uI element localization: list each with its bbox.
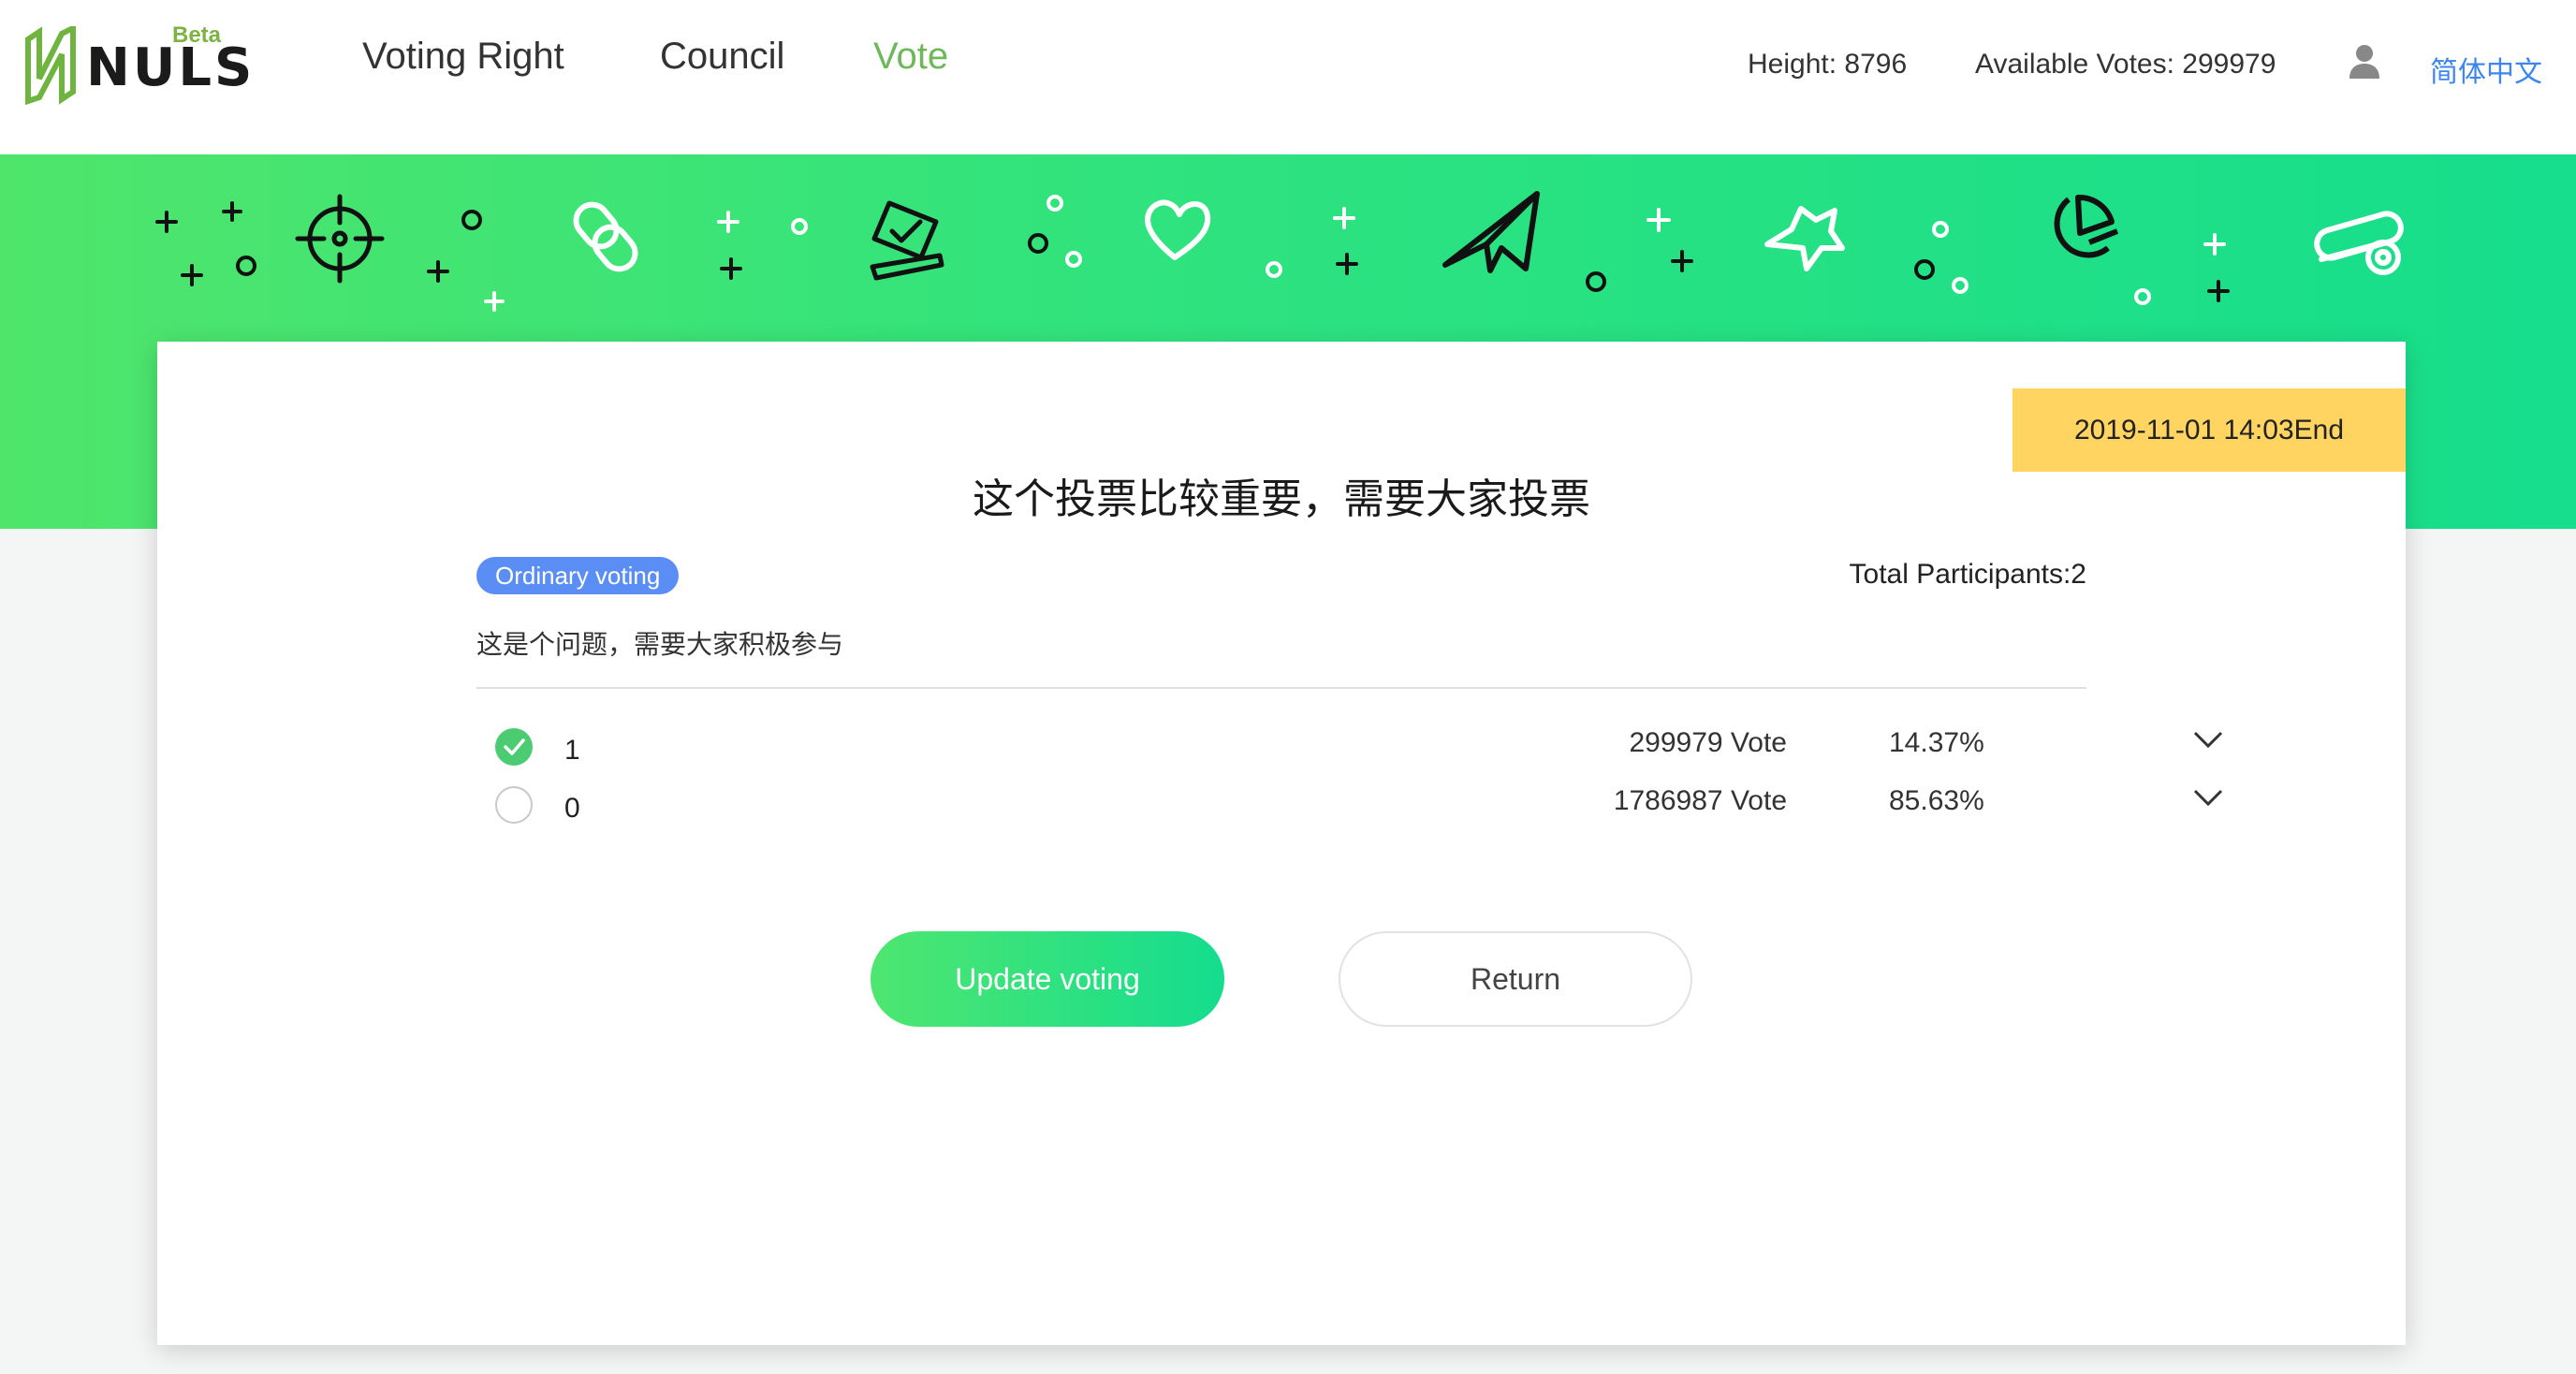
nav-voting-right[interactable]: Voting Right [362,36,564,78]
voting-type-badge: Ordinary voting [476,557,680,594]
option-votes: 1786987 Vote [1613,785,1787,816]
chevron-down-icon[interactable] [2193,729,2223,754]
top-navbar: NULS Beta Voting Right Council Vote Heig… [0,0,2576,154]
nuls-logo[interactable]: NULS Beta [24,22,252,109]
option-radio[interactable] [495,786,533,824]
return-button[interactable]: Return [1339,931,1692,1027]
end-time-badge: 2019-11-01 14:03End [2012,388,2406,472]
option-label: 1 [564,735,580,766]
logo-text: NULS [86,37,256,98]
nav-council[interactable]: Council [660,36,784,78]
crosshair-icon [295,194,385,284]
available-votes: Available Votes: 299979 [1975,49,2276,80]
nav-vote[interactable]: Vote [873,36,948,78]
proposal-card: 2019-11-01 14:03End 这个投票比较重要，需要大家投票 Ordi… [157,342,2406,1345]
coin-stack-icon [2314,211,2404,275]
paper-plane-icon [1442,191,1540,273]
block-height: Height: 8796 [1748,49,1908,80]
vote-option[interactable]: 1 299979 Vote 14.37% [476,727,2223,774]
language-switch[interactable]: 简体中文 [2430,49,2542,90]
nuls-logo-mark [25,26,76,105]
pie-chart-icon [2054,194,2119,258]
vote-option[interactable]: 0 1786987 Vote 85.63% [476,785,2223,832]
option-label: 0 [564,793,580,824]
beta-badge: Beta [172,22,222,48]
option-radio-checked[interactable] [495,728,533,766]
chevron-down-icon[interactable] [2193,787,2223,812]
divider [476,687,2086,689]
proposal-description: 这是个问题，需要大家积极参与 [476,630,844,659]
user-icon[interactable] [2348,43,2381,85]
total-participants: Total Participants:2 [1849,559,2086,590]
option-votes: 299979 Vote [1629,727,1787,758]
heart-icon [1145,199,1211,260]
link-icon [573,201,638,272]
update-voting-button[interactable]: Update voting [871,931,1224,1027]
option-percent: 85.63% [1889,785,1984,816]
star-icon [1764,206,1845,271]
check-icon [504,738,525,755]
proposal-title: 这个投票比较重要，需要大家投票 [973,476,1590,522]
option-percent: 14.37% [1889,727,1984,758]
ballot-box-icon [870,200,944,281]
